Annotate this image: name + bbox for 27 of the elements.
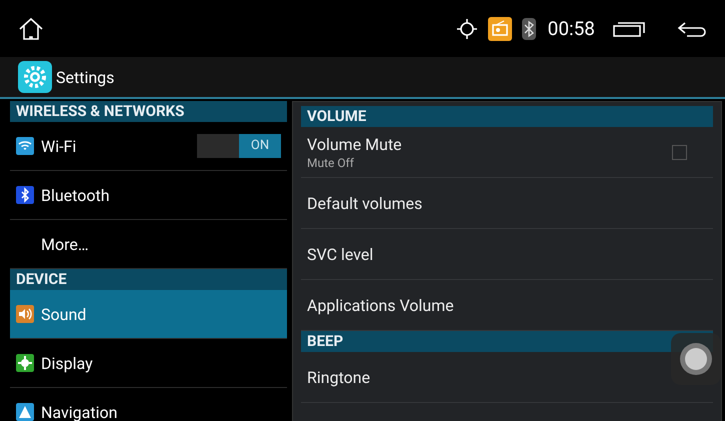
setting-summary: Mute Off: [307, 156, 355, 170]
setting-label: Volume Mute: [307, 134, 402, 154]
radio-icon: [488, 16, 512, 40]
settings-item[interactable]: Bluetooth: [10, 171, 287, 220]
section-header: BEEP: [301, 331, 713, 352]
home-icon[interactable]: [18, 16, 44, 40]
wifi-toggle[interactable]: ON: [197, 134, 281, 158]
settings-item[interactable]: Applications Volume: [307, 296, 454, 314]
bluetooth-icon: [522, 18, 536, 40]
settings-item[interactable]: SVC level: [307, 244, 374, 264]
clock-time: 00:58: [548, 17, 595, 40]
settings-item[interactable]: Display: [10, 339, 287, 388]
settings-item[interactable]: Navigation: [10, 388, 287, 421]
location-icon: [456, 18, 478, 40]
settings-item[interactable]: Default volumes: [307, 194, 422, 212]
recent-apps-icon[interactable]: [613, 20, 645, 38]
settings-item[interactable]: Ringtone: [307, 368, 370, 386]
checkbox[interactable]: [672, 144, 687, 160]
section-header: WIRELESS & NETWORKS: [10, 101, 287, 122]
back-icon[interactable]: [677, 20, 707, 38]
floating-button[interactable]: [671, 333, 721, 385]
section-header: VOLUME: [301, 106, 713, 127]
gear-icon: [18, 61, 52, 93]
app-title: Settings: [56, 68, 114, 86]
settings-item[interactable]: Wi-Fi ON: [10, 122, 287, 171]
settings-item[interactable]: Sound: [10, 290, 287, 339]
section-header: DEVICE: [10, 269, 287, 290]
